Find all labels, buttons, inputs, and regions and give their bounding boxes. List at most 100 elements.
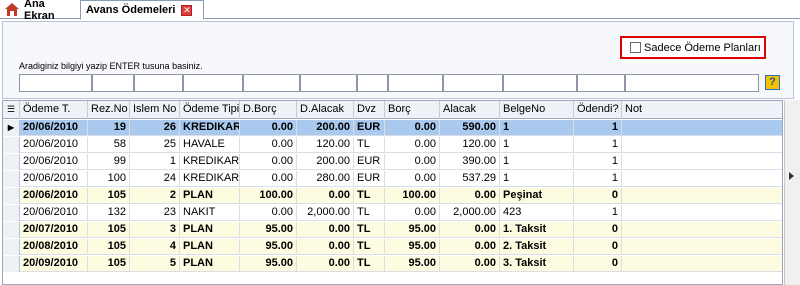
filter-field-borc[interactable] [388, 74, 443, 92]
filter-field-islem-no[interactable] [134, 74, 183, 92]
table-row[interactable]: 20/06/2010 132 23 NAKIT 0.00 2,000.00 TL 0.00 2,… [3, 205, 782, 221]
cell-odeme-tipi[interactable]: HAVALE [180, 137, 240, 153]
cell-odeme-tipi[interactable]: KREDIKART [180, 120, 240, 136]
cell-alacak[interactable]: 120.00 [440, 137, 500, 153]
column-header[interactable]: Dvz [354, 101, 385, 119]
cell-not[interactable] [622, 205, 782, 221]
cell-odeme-tipi[interactable]: NAKIT [180, 205, 240, 221]
table-row[interactable]: 20/06/2010 100 24 KREDIKART 0.00 280.00 EUR 0.0… [3, 171, 782, 187]
cell-rez-no[interactable]: 132 [88, 205, 130, 221]
cell-islem-no[interactable]: 25 [130, 137, 180, 153]
cell-alacak[interactable]: 0.00 [440, 256, 500, 272]
vertical-scrollbar[interactable] [784, 100, 800, 285]
cell-islem-no[interactable]: 1 [130, 154, 180, 170]
cell-belge-no[interactable]: 423 [500, 205, 574, 221]
tab-avans-odemeleri[interactable]: Avans Ödemeleri ✕ [80, 0, 204, 20]
column-header[interactable]: Ödendi? [574, 101, 622, 119]
cell-alacak[interactable]: 0.00 [440, 239, 500, 255]
cell-d-borc[interactable]: 95.00 [240, 256, 297, 272]
cell-d-alacak[interactable]: 200.00 [297, 120, 354, 136]
filter-field-alacak[interactable] [443, 74, 503, 92]
column-header[interactable]: Ödeme Tipi [180, 101, 240, 119]
filter-field-d-alacak[interactable] [300, 74, 357, 92]
cell-odendi[interactable]: 0 [574, 222, 622, 238]
column-header[interactable]: Ödeme T. [20, 101, 88, 119]
cell-odendi[interactable]: 1 [574, 137, 622, 153]
row-indicator[interactable] [3, 188, 20, 204]
cell-dvz[interactable]: TL [354, 205, 385, 221]
cell-belge-no[interactable]: 3. Taksit [500, 256, 574, 272]
cell-dvz[interactable]: TL [354, 137, 385, 153]
cell-islem-no[interactable]: 23 [130, 205, 180, 221]
column-header[interactable]: BelgeNo [500, 101, 574, 119]
cell-odeme-t[interactable]: 20/09/2010 [20, 256, 88, 272]
cell-not[interactable] [622, 137, 782, 153]
cell-d-alacak[interactable]: 0.00 [297, 222, 354, 238]
cell-d-alacak[interactable]: 0.00 [297, 188, 354, 204]
table-row[interactable]: 20/07/2010 105 3 PLAN 95.00 0.00 TL 95.00 0.00 1.… [3, 222, 782, 238]
column-header[interactable]: Rez.No [88, 101, 130, 119]
row-indicator[interactable] [3, 222, 20, 238]
cell-d-borc[interactable]: 0.00 [240, 137, 297, 153]
cell-rez-no[interactable]: 58 [88, 137, 130, 153]
cell-d-borc[interactable]: 100.00 [240, 188, 297, 204]
cell-alacak[interactable]: 0.00 [440, 222, 500, 238]
cell-islem-no[interactable]: 5 [130, 256, 180, 272]
row-indicator[interactable] [3, 171, 20, 187]
cell-odeme-t[interactable]: 20/06/2010 [20, 188, 88, 204]
cell-d-borc[interactable]: 0.00 [240, 171, 297, 187]
table-row[interactable]: 20/09/2010 105 5 PLAN 95.00 0.00 TL 95.00 0.00 3.… [3, 256, 782, 272]
cell-d-borc[interactable]: 95.00 [240, 239, 297, 255]
cell-odendi[interactable]: 1 [574, 171, 622, 187]
filter-field-d-borc[interactable] [243, 74, 300, 92]
column-header[interactable]: Alacak [440, 101, 500, 119]
cell-rez-no[interactable]: 105 [88, 188, 130, 204]
cell-rez-no[interactable]: 99 [88, 154, 130, 170]
table-row[interactable]: 20/06/2010 99 1 KREDIKART 0.00 200.00 EUR 0.00 3… [3, 154, 782, 170]
cell-borc[interactable]: 95.00 [385, 222, 440, 238]
cell-belge-no[interactable]: 1 [500, 120, 574, 136]
cell-islem-no[interactable]: 3 [130, 222, 180, 238]
tab-ana-ekran[interactable]: Ana Ekran [0, 0, 80, 22]
cell-islem-no[interactable]: 24 [130, 171, 180, 187]
row-indicator[interactable] [3, 137, 20, 153]
filter-field-odeme-tipi[interactable] [183, 74, 243, 92]
cell-odeme-t[interactable]: 20/06/2010 [20, 205, 88, 221]
cell-belge-no[interactable]: 1 [500, 137, 574, 153]
cell-odeme-t[interactable]: 20/07/2010 [20, 222, 88, 238]
cell-d-alacak[interactable]: 120.00 [297, 137, 354, 153]
cell-odeme-tipi[interactable]: PLAN [180, 222, 240, 238]
row-indicator[interactable] [3, 154, 20, 170]
cell-d-borc[interactable]: 95.00 [240, 222, 297, 238]
cell-odendi[interactable]: 0 [574, 239, 622, 255]
cell-odeme-t[interactable]: 20/08/2010 [20, 239, 88, 255]
cell-d-alacak[interactable]: 200.00 [297, 154, 354, 170]
cell-borc[interactable]: 100.00 [385, 188, 440, 204]
cell-borc[interactable]: 95.00 [385, 239, 440, 255]
cell-borc[interactable]: 95.00 [385, 256, 440, 272]
cell-d-borc[interactable]: 0.00 [240, 154, 297, 170]
grid-menu-icon[interactable]: ☰ [3, 101, 20, 119]
cell-not[interactable] [622, 256, 782, 272]
cell-islem-no[interactable]: 4 [130, 239, 180, 255]
cell-alacak[interactable]: 590.00 [440, 120, 500, 136]
cell-odendi[interactable]: 1 [574, 120, 622, 136]
cell-odendi[interactable]: 1 [574, 154, 622, 170]
cell-d-borc[interactable]: 0.00 [240, 120, 297, 136]
cell-not[interactable] [622, 188, 782, 204]
filter-field-dvz[interactable] [357, 74, 388, 92]
cell-odeme-t[interactable]: 20/06/2010 [20, 171, 88, 187]
column-header[interactable]: Borç [385, 101, 440, 119]
cell-dvz[interactable]: EUR [354, 154, 385, 170]
table-row[interactable]: 20/06/2010 58 25 HAVALE 0.00 120.00 TL 0.00 120.… [3, 137, 782, 153]
cell-belge-no[interactable]: Peşinat [500, 188, 574, 204]
column-header[interactable]: Islem No [130, 101, 180, 119]
cell-odeme-tipi[interactable]: PLAN [180, 256, 240, 272]
cell-odeme-t[interactable]: 20/06/2010 [20, 154, 88, 170]
cell-odendi[interactable]: 1 [574, 205, 622, 221]
cell-alacak[interactable]: 2,000.00 [440, 205, 500, 221]
row-indicator[interactable]: ▶ [3, 120, 20, 136]
cell-dvz[interactable]: EUR [354, 171, 385, 187]
filter-field-odeme-t[interactable] [19, 74, 92, 92]
checkbox-box[interactable] [630, 42, 641, 53]
